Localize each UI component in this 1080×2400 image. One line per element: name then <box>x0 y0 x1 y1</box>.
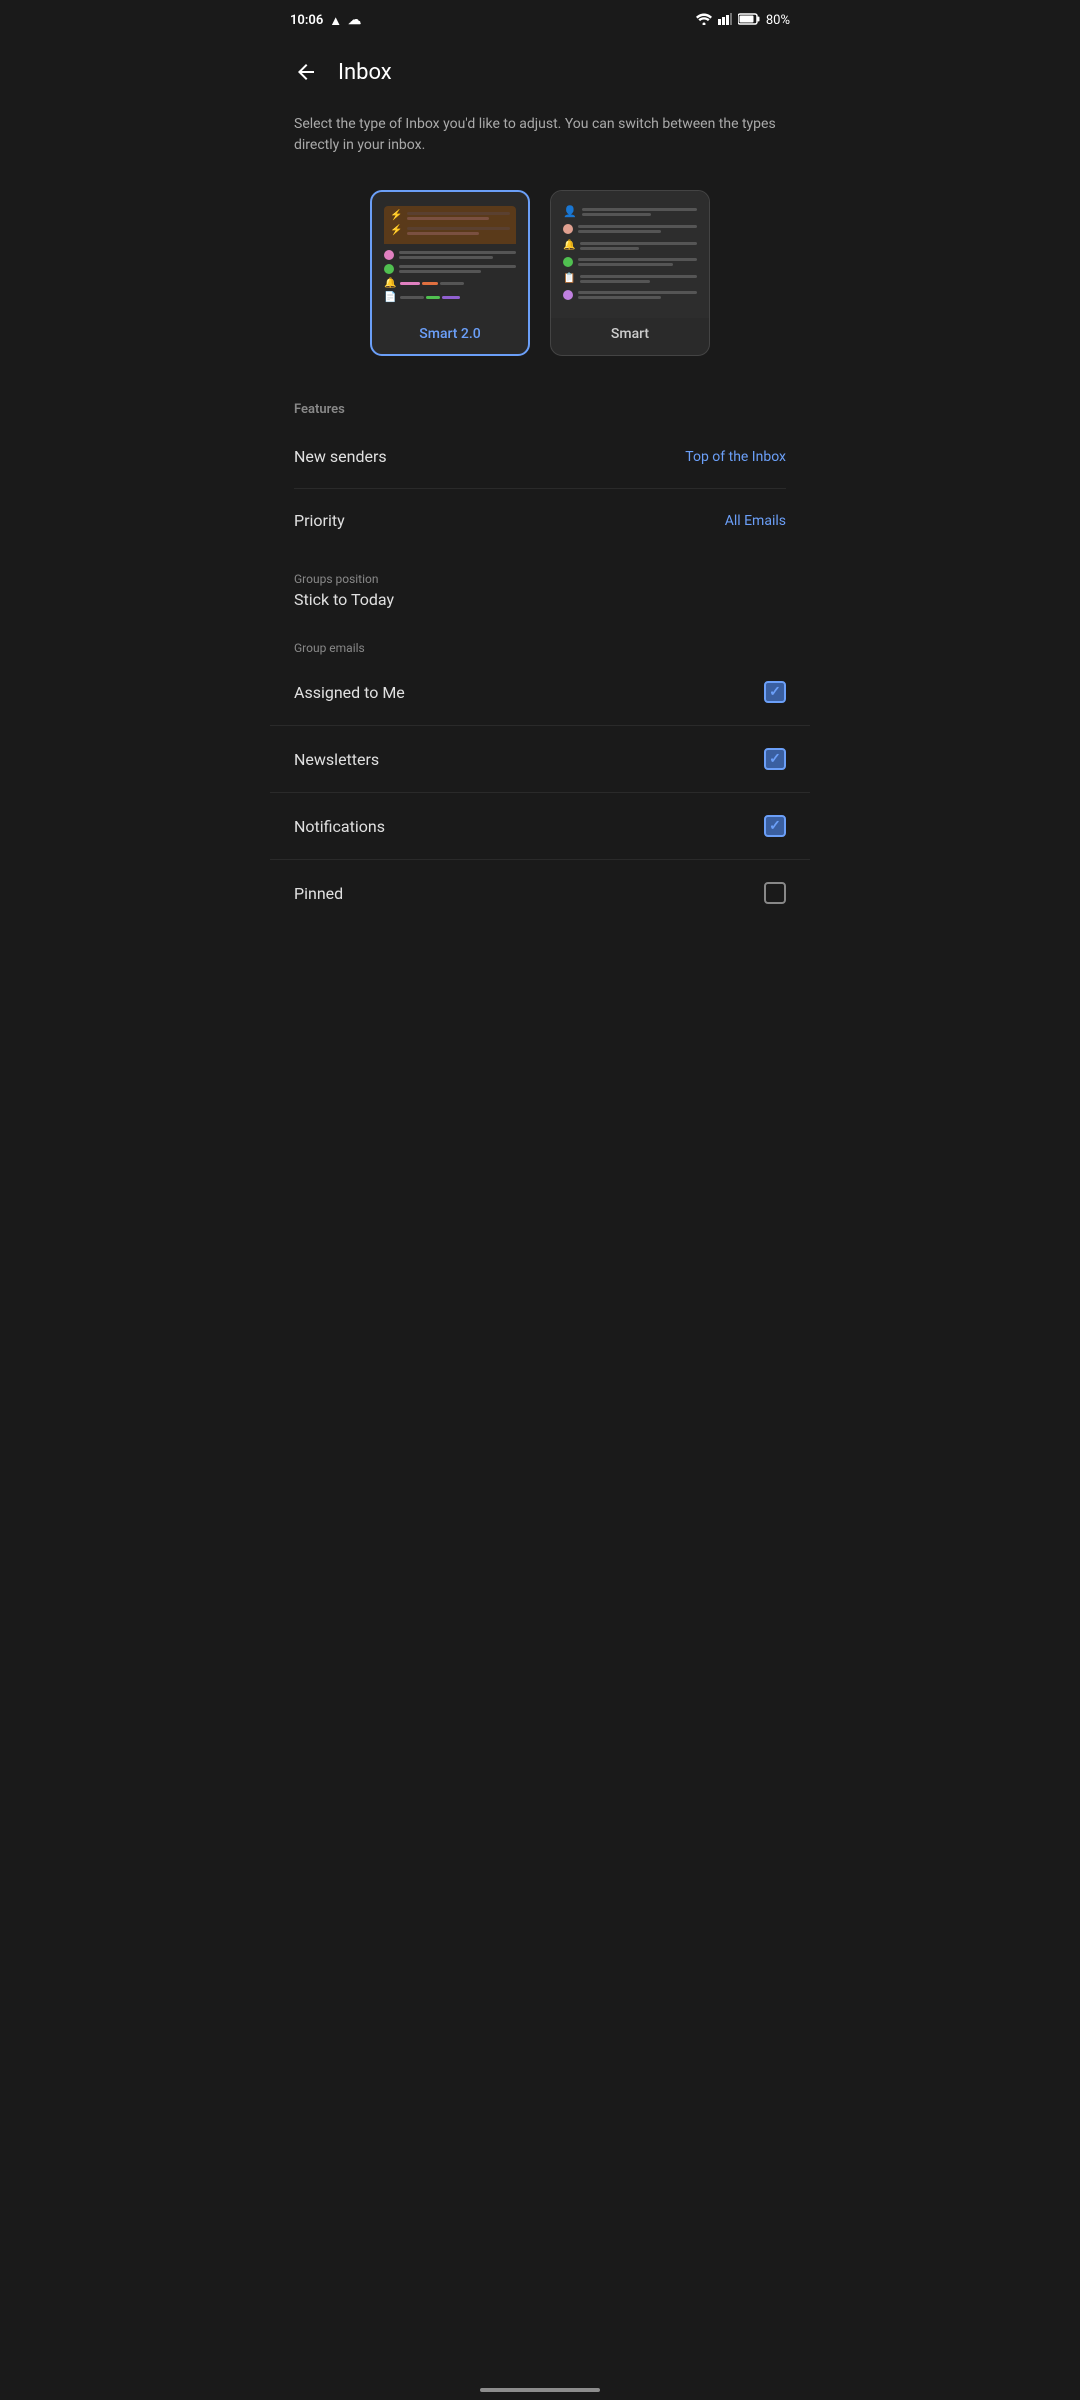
inbox-card-smart20[interactable]: ⚡ ⚡ <box>370 190 530 356</box>
bell-icon-smart: 🔔 <box>563 240 575 251</box>
groups-position-value: Stick to Today <box>294 586 786 625</box>
doc-icon-s20: 📄 <box>384 292 396 303</box>
status-left: 10:06 ▲ ☁ <box>290 13 361 29</box>
notifications-label: Notifications <box>294 817 385 836</box>
bolt-icon-1: ⚡ <box>390 210 402 221</box>
pinned-label: Pinned <box>294 884 343 903</box>
checkmark-1: ✓ <box>769 684 781 700</box>
priority-label: Priority <box>294 511 345 530</box>
inbox-type-selector: ⚡ ⚡ <box>270 180 810 386</box>
peach-circle <box>563 224 573 234</box>
battery-icon <box>738 13 760 29</box>
doc-icon-smart: 📋 <box>563 273 575 284</box>
features-section: Features New senders Top of the Inbox Pr… <box>270 386 810 552</box>
notification-icon: ▲ <box>329 13 342 29</box>
groups-position-label: Groups position <box>294 560 786 586</box>
pinned-checkbox[interactable] <box>764 882 786 904</box>
newsletters-checkbox[interactable]: ✓ <box>764 748 786 770</box>
green-circle <box>384 264 394 274</box>
home-indicator <box>480 2388 600 2392</box>
status-bar: 10:06 ▲ ☁ 80% <box>270 0 810 36</box>
header: Inbox <box>270 36 810 98</box>
notifications-checkbox[interactable]: ✓ <box>764 815 786 837</box>
pinned-row[interactable]: Pinned <box>270 860 810 926</box>
assigned-to-me-row[interactable]: Assigned to Me ✓ <box>270 659 810 726</box>
smart20-label: Smart 2.0 <box>372 318 528 354</box>
smart-label: Smart <box>551 318 709 354</box>
group-emails-label: Group emails <box>270 625 810 659</box>
battery-percent: 80% <box>766 13 790 28</box>
back-button[interactable] <box>290 56 322 88</box>
priority-value: All Emails <box>725 513 786 529</box>
inbox-card-smart[interactable]: 👤 🔔 <box>550 190 710 356</box>
description-text: Select the type of Inbox you'd like to a… <box>270 98 810 180</box>
checkmark-2: ✓ <box>769 751 781 767</box>
pink-circle <box>384 250 394 260</box>
time: 10:06 <box>290 13 323 28</box>
features-label: Features <box>294 394 786 425</box>
newsletters-label: Newsletters <box>294 750 379 769</box>
signal-icon <box>718 13 732 29</box>
new-senders-label: New senders <box>294 447 387 466</box>
groups-position-section: Groups position Stick to Today <box>270 552 810 625</box>
status-right: 80% <box>696 13 790 29</box>
newsletters-row[interactable]: Newsletters ✓ <box>270 726 810 793</box>
cloud-icon: ☁ <box>348 13 361 28</box>
bell-icon-s20: 🔔 <box>384 278 396 289</box>
person-icon: 👤 <box>563 205 577 218</box>
group-emails-list: Assigned to Me ✓ Newsletters ✓ Notificat… <box>270 659 810 926</box>
wifi-icon <box>696 13 712 29</box>
page-title: Inbox <box>338 60 392 85</box>
smart20-visual: ⚡ ⚡ <box>372 192 528 318</box>
green-circle-smart <box>563 257 573 267</box>
notifications-row[interactable]: Notifications ✓ <box>270 793 810 860</box>
bolt-icon-2: ⚡ <box>390 225 402 236</box>
new-senders-row[interactable]: New senders Top of the Inbox <box>294 425 786 489</box>
purple-circle-smart <box>563 290 573 300</box>
priority-row[interactable]: Priority All Emails <box>294 489 786 552</box>
checkmark-3: ✓ <box>769 818 781 834</box>
new-senders-value: Top of the Inbox <box>685 449 786 465</box>
assigned-to-me-label: Assigned to Me <box>294 683 405 702</box>
assigned-to-me-checkbox[interactable]: ✓ <box>764 681 786 703</box>
smart-visual: 👤 🔔 <box>551 191 709 318</box>
